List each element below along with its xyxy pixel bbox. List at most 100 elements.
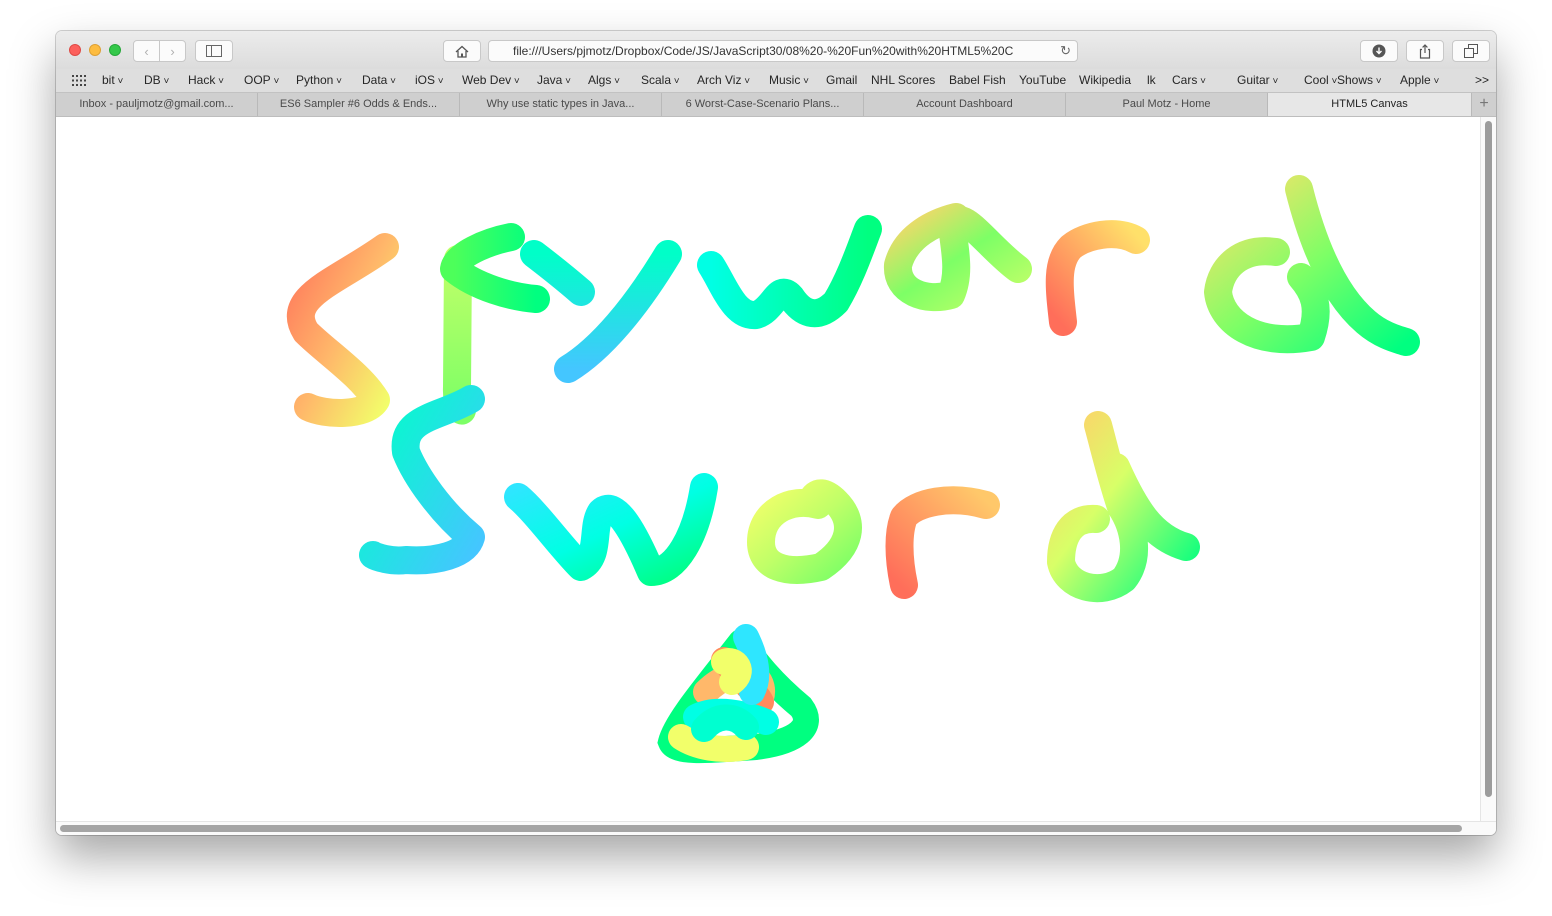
- tab-why-use-static-types-in-java[interactable]: Why use static types in Java...: [460, 93, 662, 116]
- chevron-down-icon: ˅: [741, 76, 751, 87]
- bookmarks-bar: bit ˅ DB ˅ Hack ˅ OOP ˅ Python ˅ Data ˅ iOS ˅ W…: [56, 69, 1496, 93]
- chevron-down-icon: ˅: [387, 76, 396, 87]
- chevron-down-icon: ˅: [160, 76, 170, 87]
- downloads-button[interactable]: [1360, 40, 1398, 62]
- scribble-cluster: [657, 624, 819, 764]
- bookmark-apple[interactable]: Apple ˅: [1400, 73, 1439, 87]
- horizontal-scroll-thumb[interactable]: [60, 825, 1462, 832]
- reload-icon[interactable]: ↻: [1060, 41, 1071, 61]
- bookmark-bit[interactable]: bit ˅: [102, 73, 123, 87]
- bookmark-label: Algs: [588, 73, 612, 87]
- stroke-letter-d: [1204, 175, 1420, 356]
- bookmark-nhl-scores[interactable]: NHL Scores: [871, 73, 935, 87]
- chevron-down-icon: ˅: [215, 76, 224, 87]
- bookmark-arch-viz[interactable]: Arch Viz ˅: [697, 73, 750, 87]
- share-icon: [1419, 43, 1431, 59]
- tab-inbox-pauljmotz-gmail-com[interactable]: Inbox - pauljmotz@gmail.com...: [56, 93, 258, 116]
- tabs-overview-icon: [1464, 44, 1478, 58]
- chevron-down-icon: ˅: [114, 76, 124, 87]
- bookmark-hack[interactable]: Hack ˅: [188, 73, 224, 87]
- bookmark-oop[interactable]: OOP ˅: [244, 73, 279, 87]
- bookmark-label: Web Dev: [462, 73, 512, 87]
- bookmark-guitar[interactable]: Guitar ˅: [1237, 73, 1278, 87]
- stroke-letter-w: [697, 215, 882, 329]
- app-grid-icon[interactable]: [72, 75, 86, 86]
- zoom-window-button[interactable]: [109, 44, 121, 56]
- bookmark-gmail[interactable]: Gmail: [826, 73, 857, 87]
- bookmark-ios[interactable]: iOS ˅: [415, 73, 444, 87]
- bookmark-label: lk: [1147, 73, 1156, 87]
- address-bar[interactable]: file:///Users/pjmotz/Dropbox/Code/JS/Jav…: [488, 40, 1078, 62]
- bookmark-label: YouTube: [1019, 73, 1067, 87]
- forward-arrow-icon[interactable]: ›: [160, 41, 185, 61]
- chevron-down-icon: ˅: [611, 76, 620, 87]
- bookmark-music[interactable]: Music ˅: [769, 73, 809, 87]
- close-window-button[interactable]: [69, 44, 81, 56]
- browser-toolbar: ‹ › file:///Users/pjmotz/Dropbox/Code/JS…: [56, 31, 1496, 69]
- tab-paul-motz-home[interactable]: Paul Motz - Home: [1066, 93, 1268, 116]
- bookmarks-overflow-button[interactable]: >>: [1475, 73, 1489, 87]
- drawn-strokes: [286, 175, 1420, 602]
- bookmark-web-dev[interactable]: Web Dev ˅: [462, 73, 520, 87]
- bookmark-label: Apple: [1400, 73, 1431, 87]
- bookmark-youtube[interactable]: YouTube: [1019, 73, 1066, 87]
- bookmark-label: OOP: [244, 73, 271, 87]
- bookmark-db[interactable]: DB ˅: [144, 73, 169, 87]
- bookmark-label: Arch Viz: [697, 73, 742, 87]
- stroke-letter-d-2: [1047, 411, 1200, 602]
- home-icon: [455, 45, 469, 58]
- chevron-down-icon: ˅: [435, 76, 444, 87]
- bookmark-lk[interactable]: lk: [1147, 73, 1156, 87]
- sidebar-icon: [206, 45, 222, 57]
- url-text: file:///Users/pjmotz/Dropbox/Code/JS/Jav…: [513, 44, 1014, 58]
- bookmark-label: iOS: [415, 73, 436, 87]
- chevron-down-icon: ˅: [1373, 76, 1382, 87]
- tab-es6-sampler-6-odds-ends[interactable]: ES6 Sampler #6 Odds & Ends...: [258, 93, 460, 116]
- vertical-scroll-thumb[interactable]: [1485, 121, 1492, 797]
- bookmark-python[interactable]: Python ˅: [296, 73, 342, 87]
- chevron-down-icon: ˅: [671, 76, 680, 87]
- bookmark-label: Java: [537, 73, 563, 87]
- bookmark-algs[interactable]: Algs ˅: [588, 73, 620, 87]
- minimize-window-button[interactable]: [89, 44, 101, 56]
- history-navigation: ‹ ›: [133, 40, 186, 62]
- bookmark-java[interactable]: Java ˅: [537, 73, 571, 87]
- bookmark-shows[interactable]: Shows ˅: [1337, 73, 1382, 87]
- bookmark-label: Babel Fish: [949, 73, 1006, 87]
- browser-window: ‹ › file:///Users/pjmotz/Dropbox/Code/JS…: [56, 31, 1496, 835]
- sidebar-toggle-button[interactable]: [195, 40, 233, 62]
- bookmark-label: Gmail: [826, 73, 858, 87]
- stroke-letter-o: [747, 479, 862, 584]
- stroke-letter-a: [884, 203, 1032, 312]
- bookmark-data[interactable]: Data ˅: [362, 73, 396, 87]
- bookmark-label: Python: [296, 73, 334, 87]
- home-button[interactable]: [443, 40, 481, 62]
- bookmark-babel-fish[interactable]: Babel Fish: [949, 73, 1006, 87]
- stroke-letter-r: [1045, 220, 1150, 336]
- bookmark-label: bit: [102, 73, 115, 87]
- bookmark-scala[interactable]: Scala ˅: [641, 73, 680, 87]
- horizontal-scrollbar[interactable]: [56, 821, 1496, 835]
- bookmark-label: Music: [769, 73, 801, 87]
- bookmark-label: Guitar: [1237, 73, 1270, 87]
- bookmark-cool[interactable]: Cool ˅: [1304, 73, 1337, 87]
- tab-6-worst-case-scenario-plans[interactable]: 6 Worst-Case-Scenario Plans...: [662, 93, 864, 116]
- back-arrow-icon[interactable]: ‹: [134, 41, 160, 61]
- share-button[interactable]: [1406, 40, 1444, 62]
- chevron-down-icon: ˅: [1269, 76, 1279, 87]
- chevron-down-icon: ˅: [1197, 76, 1206, 87]
- chevron-down-icon: ˅: [1430, 76, 1440, 87]
- vertical-scrollbar[interactable]: [1480, 117, 1496, 821]
- download-icon: [1372, 44, 1386, 58]
- page-content: [56, 117, 1480, 821]
- new-tab-button[interactable]: +: [1472, 93, 1496, 116]
- tab-account-dashboard[interactable]: Account Dashboard: [864, 93, 1066, 116]
- bookmark-label: Data: [362, 73, 388, 87]
- bookmark-cars[interactable]: Cars ˅: [1172, 73, 1206, 87]
- bookmark-wikipedia[interactable]: Wikipedia: [1079, 73, 1131, 87]
- tab-html5-canvas[interactable]: HTML5 Canvas: [1268, 93, 1472, 116]
- bookmark-label: Hack: [188, 73, 216, 87]
- tabs-overview-button[interactable]: [1452, 40, 1490, 62]
- drawing-canvas[interactable]: [56, 117, 1480, 821]
- bookmark-label: Cool: [1304, 73, 1329, 87]
